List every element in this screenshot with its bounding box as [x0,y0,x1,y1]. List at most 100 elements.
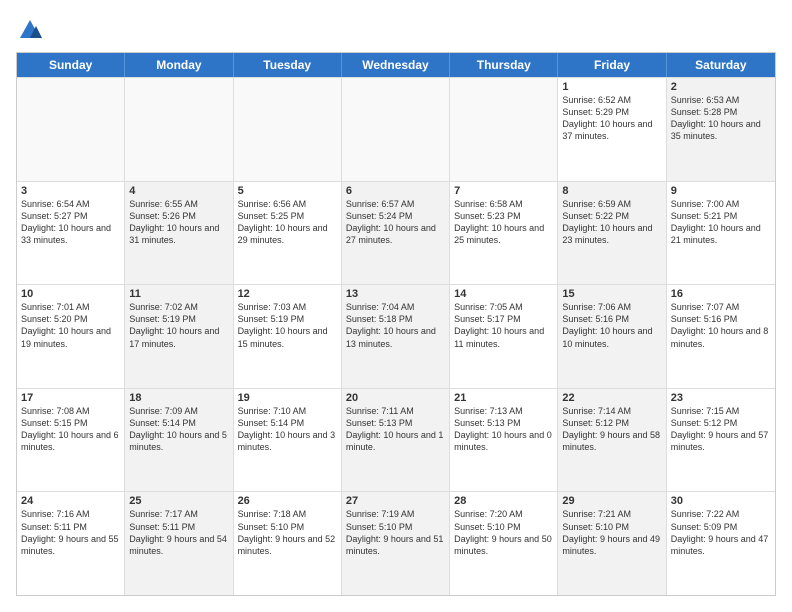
day-details: Sunrise: 7:19 AM Sunset: 5:10 PM Dayligh… [346,508,445,557]
day-number: 6 [346,185,445,197]
day-details: Sunrise: 7:07 AM Sunset: 5:16 PM Dayligh… [671,301,771,350]
day-details: Sunrise: 7:17 AM Sunset: 5:11 PM Dayligh… [129,508,228,557]
calendar-cell: 12Sunrise: 7:03 AM Sunset: 5:19 PM Dayli… [234,285,342,388]
day-details: Sunrise: 6:58 AM Sunset: 5:23 PM Dayligh… [454,198,553,247]
day-details: Sunrise: 7:06 AM Sunset: 5:16 PM Dayligh… [562,301,661,350]
day-details: Sunrise: 7:10 AM Sunset: 5:14 PM Dayligh… [238,405,337,454]
day-details: Sunrise: 7:03 AM Sunset: 5:19 PM Dayligh… [238,301,337,350]
day-details: Sunrise: 7:08 AM Sunset: 5:15 PM Dayligh… [21,405,120,454]
day-details: Sunrise: 7:05 AM Sunset: 5:17 PM Dayligh… [454,301,553,350]
day-number: 17 [21,392,120,404]
day-details: Sunrise: 6:52 AM Sunset: 5:29 PM Dayligh… [562,94,661,143]
day-number: 9 [671,185,771,197]
day-number: 1 [562,81,661,93]
calendar-cell: 20Sunrise: 7:11 AM Sunset: 5:13 PM Dayli… [342,389,450,492]
calendar-week-3: 10Sunrise: 7:01 AM Sunset: 5:20 PM Dayli… [17,284,775,388]
day-number: 7 [454,185,553,197]
day-number: 30 [671,495,771,507]
day-details: Sunrise: 7:16 AM Sunset: 5:11 PM Dayligh… [21,508,120,557]
day-number: 26 [238,495,337,507]
calendar-cell: 17Sunrise: 7:08 AM Sunset: 5:15 PM Dayli… [17,389,125,492]
page: SundayMondayTuesdayWednesdayThursdayFrid… [0,0,792,612]
header-area [16,16,776,44]
day-details: Sunrise: 7:22 AM Sunset: 5:09 PM Dayligh… [671,508,771,557]
header-day-sunday: Sunday [17,53,125,77]
calendar: SundayMondayTuesdayWednesdayThursdayFrid… [16,52,776,596]
calendar-cell: 18Sunrise: 7:09 AM Sunset: 5:14 PM Dayli… [125,389,233,492]
calendar-cell: 1Sunrise: 6:52 AM Sunset: 5:29 PM Daylig… [558,78,666,181]
calendar-cell: 8Sunrise: 6:59 AM Sunset: 5:22 PM Daylig… [558,182,666,285]
calendar-cell [342,78,450,181]
calendar-cell [125,78,233,181]
day-number: 29 [562,495,661,507]
header-day-friday: Friday [558,53,666,77]
calendar-cell: 4Sunrise: 6:55 AM Sunset: 5:26 PM Daylig… [125,182,233,285]
calendar-cell: 30Sunrise: 7:22 AM Sunset: 5:09 PM Dayli… [667,492,775,595]
calendar-cell: 28Sunrise: 7:20 AM Sunset: 5:10 PM Dayli… [450,492,558,595]
calendar-week-5: 24Sunrise: 7:16 AM Sunset: 5:11 PM Dayli… [17,491,775,595]
day-number: 21 [454,392,553,404]
calendar-cell: 9Sunrise: 7:00 AM Sunset: 5:21 PM Daylig… [667,182,775,285]
day-number: 12 [238,288,337,300]
day-details: Sunrise: 7:01 AM Sunset: 5:20 PM Dayligh… [21,301,120,350]
calendar-header: SundayMondayTuesdayWednesdayThursdayFrid… [17,53,775,77]
day-details: Sunrise: 6:55 AM Sunset: 5:26 PM Dayligh… [129,198,228,247]
calendar-cell: 25Sunrise: 7:17 AM Sunset: 5:11 PM Dayli… [125,492,233,595]
calendar-cell: 22Sunrise: 7:14 AM Sunset: 5:12 PM Dayli… [558,389,666,492]
calendar-week-4: 17Sunrise: 7:08 AM Sunset: 5:15 PM Dayli… [17,388,775,492]
day-details: Sunrise: 7:04 AM Sunset: 5:18 PM Dayligh… [346,301,445,350]
day-number: 11 [129,288,228,300]
day-number: 22 [562,392,661,404]
calendar-week-2: 3Sunrise: 6:54 AM Sunset: 5:27 PM Daylig… [17,181,775,285]
calendar-cell: 15Sunrise: 7:06 AM Sunset: 5:16 PM Dayli… [558,285,666,388]
calendar-cell: 11Sunrise: 7:02 AM Sunset: 5:19 PM Dayli… [125,285,233,388]
day-details: Sunrise: 6:56 AM Sunset: 5:25 PM Dayligh… [238,198,337,247]
day-details: Sunrise: 6:54 AM Sunset: 5:27 PM Dayligh… [21,198,120,247]
header-day-wednesday: Wednesday [342,53,450,77]
calendar-cell: 14Sunrise: 7:05 AM Sunset: 5:17 PM Dayli… [450,285,558,388]
day-number: 8 [562,185,661,197]
calendar-cell: 24Sunrise: 7:16 AM Sunset: 5:11 PM Dayli… [17,492,125,595]
calendar-body: 1Sunrise: 6:52 AM Sunset: 5:29 PM Daylig… [17,77,775,595]
calendar-cell: 6Sunrise: 6:57 AM Sunset: 5:24 PM Daylig… [342,182,450,285]
calendar-cell [17,78,125,181]
day-number: 2 [671,81,771,93]
day-details: Sunrise: 7:15 AM Sunset: 5:12 PM Dayligh… [671,405,771,454]
day-number: 10 [21,288,120,300]
day-details: Sunrise: 7:11 AM Sunset: 5:13 PM Dayligh… [346,405,445,454]
header-day-tuesday: Tuesday [234,53,342,77]
calendar-cell: 19Sunrise: 7:10 AM Sunset: 5:14 PM Dayli… [234,389,342,492]
day-number: 13 [346,288,445,300]
calendar-cell: 21Sunrise: 7:13 AM Sunset: 5:13 PM Dayli… [450,389,558,492]
day-number: 19 [238,392,337,404]
header-day-saturday: Saturday [667,53,775,77]
calendar-cell: 13Sunrise: 7:04 AM Sunset: 5:18 PM Dayli… [342,285,450,388]
calendar-cell: 26Sunrise: 7:18 AM Sunset: 5:10 PM Dayli… [234,492,342,595]
calendar-cell: 2Sunrise: 6:53 AM Sunset: 5:28 PM Daylig… [667,78,775,181]
day-number: 4 [129,185,228,197]
day-number: 23 [671,392,771,404]
day-details: Sunrise: 6:53 AM Sunset: 5:28 PM Dayligh… [671,94,771,143]
day-number: 3 [21,185,120,197]
calendar-week-1: 1Sunrise: 6:52 AM Sunset: 5:29 PM Daylig… [17,77,775,181]
day-details: Sunrise: 7:13 AM Sunset: 5:13 PM Dayligh… [454,405,553,454]
day-number: 28 [454,495,553,507]
day-details: Sunrise: 7:00 AM Sunset: 5:21 PM Dayligh… [671,198,771,247]
calendar-cell: 23Sunrise: 7:15 AM Sunset: 5:12 PM Dayli… [667,389,775,492]
calendar-cell: 3Sunrise: 6:54 AM Sunset: 5:27 PM Daylig… [17,182,125,285]
day-details: Sunrise: 7:21 AM Sunset: 5:10 PM Dayligh… [562,508,661,557]
day-number: 24 [21,495,120,507]
day-number: 18 [129,392,228,404]
calendar-cell: 27Sunrise: 7:19 AM Sunset: 5:10 PM Dayli… [342,492,450,595]
day-number: 20 [346,392,445,404]
day-number: 27 [346,495,445,507]
day-number: 15 [562,288,661,300]
header-day-thursday: Thursday [450,53,558,77]
day-number: 14 [454,288,553,300]
calendar-cell: 16Sunrise: 7:07 AM Sunset: 5:16 PM Dayli… [667,285,775,388]
day-details: Sunrise: 7:09 AM Sunset: 5:14 PM Dayligh… [129,405,228,454]
day-number: 25 [129,495,228,507]
logo-icon [16,16,44,44]
calendar-cell: 5Sunrise: 6:56 AM Sunset: 5:25 PM Daylig… [234,182,342,285]
logo [16,16,48,44]
